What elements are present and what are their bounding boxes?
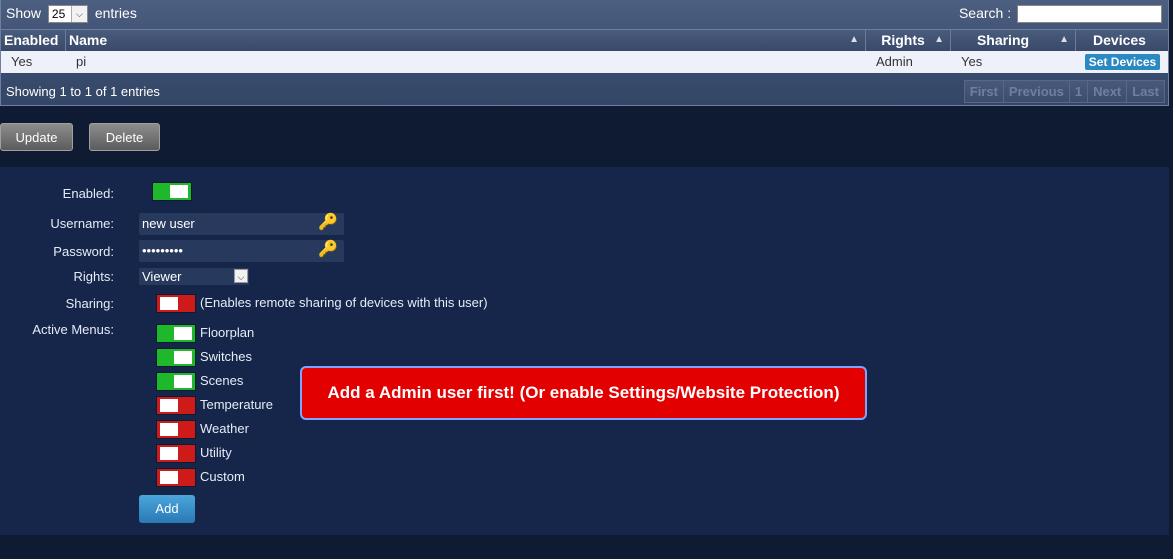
rights-select[interactable]: Viewer ⌵ xyxy=(139,268,249,285)
chevron-down-icon: ⌵ xyxy=(234,269,248,283)
sharing-toggle[interactable] xyxy=(156,294,196,313)
column-header-sharing[interactable]: Sharing ▲ xyxy=(950,30,1076,51)
menu-toggle-scenes[interactable] xyxy=(156,372,196,391)
page-size-value: 25 xyxy=(51,7,66,22)
column-header-devices[interactable]: Devices xyxy=(1075,30,1168,51)
password-label: Password: xyxy=(53,244,114,259)
rights-value: Viewer xyxy=(142,269,182,284)
table-header: Enabled Name ▲ Rights ▲ Sharing ▲ Device… xyxy=(1,29,1168,52)
page-size-select[interactable]: 25 ⌵ xyxy=(47,5,88,24)
admin-warning-alert: Add a Admin user first! (Or enable Setti… xyxy=(300,366,867,420)
enabled-toggle[interactable] xyxy=(152,182,192,201)
column-label: Name xyxy=(69,32,108,48)
menu-label-custom: Custom xyxy=(200,469,245,484)
sort-arrow-icon: ▲ xyxy=(849,34,859,45)
search-input[interactable] xyxy=(1017,5,1162,24)
password-field[interactable]: ••••••••• 🔑 xyxy=(139,240,344,262)
search-label: Search : xyxy=(958,5,1012,21)
menu-label-weather: Weather xyxy=(200,421,249,436)
menu-toggle-utility[interactable] xyxy=(156,444,196,463)
toggle-knob xyxy=(174,375,192,388)
chevron-down-icon: ⌵ xyxy=(70,6,87,23)
menu-label-scenes: Scenes xyxy=(200,373,244,388)
menu-toggle-temperature[interactable] xyxy=(156,396,196,415)
toggle-knob xyxy=(160,399,178,412)
menu-toggle-floorplan[interactable] xyxy=(156,324,196,343)
column-label: Rights xyxy=(881,32,925,48)
cell-rights: Admin xyxy=(876,54,913,69)
menu-toggle-switches[interactable] xyxy=(156,348,196,367)
table-row[interactable]: Yes pi Admin Yes Set Devices xyxy=(1,51,1168,73)
users-table-panel: Show 25 ⌵ entries Search : Enabled Name … xyxy=(0,0,1169,106)
password-value: ••••••••• xyxy=(142,243,183,258)
sharing-note: (Enables remote sharing of devices with … xyxy=(200,295,488,310)
entries-label: entries xyxy=(94,5,137,21)
rights-label: Rights: xyxy=(73,269,114,284)
username-value: new user xyxy=(142,216,195,231)
username-field[interactable]: new user 🔑 xyxy=(139,213,344,235)
key-icon: 🔑 xyxy=(318,241,338,258)
show-label: Show xyxy=(6,5,42,21)
cell-enabled: Yes xyxy=(11,54,33,69)
toggle-knob xyxy=(174,327,192,340)
column-header-enabled[interactable]: Enabled xyxy=(1,30,66,51)
set-devices-button[interactable]: Set Devices xyxy=(1085,54,1160,70)
table-info: Showing 1 to 1 of 1 entries xyxy=(6,84,160,99)
pager-previous[interactable]: Previous xyxy=(1002,80,1070,103)
pager-next[interactable]: Next xyxy=(1087,80,1128,103)
key-icon: 🔑 xyxy=(318,214,338,231)
pager-first[interactable]: First xyxy=(963,80,1004,103)
enabled-label: Enabled: xyxy=(62,186,114,201)
search-control: Search : xyxy=(958,5,1162,24)
column-label: Sharing xyxy=(976,32,1030,48)
update-button[interactable]: Update xyxy=(0,123,73,151)
username-label: Username: xyxy=(50,216,114,231)
user-form: Enabled: Username: new user 🔑 Password: … xyxy=(0,167,1169,535)
toggle-knob xyxy=(160,297,178,310)
menu-label-floorplan: Floorplan xyxy=(200,325,255,340)
cell-sharing: Yes xyxy=(961,54,983,69)
menu-toggle-weather[interactable] xyxy=(156,420,196,439)
page-size-control: Show 25 ⌵ entries xyxy=(6,5,137,24)
delete-button[interactable]: Delete xyxy=(89,123,160,151)
toggle-knob xyxy=(160,423,178,436)
active-menus-label: Active Menus: xyxy=(32,322,114,337)
add-button[interactable]: Add xyxy=(139,495,195,523)
sort-arrow-icon: ▲ xyxy=(1059,34,1069,45)
column-header-name[interactable]: Name ▲ xyxy=(65,30,866,51)
column-label: Enabled xyxy=(4,32,59,48)
toggle-knob xyxy=(174,351,192,364)
toggle-knob xyxy=(170,185,188,198)
cell-name: pi xyxy=(76,54,87,69)
menu-label-utility: Utility xyxy=(200,445,232,460)
pager-page-1[interactable]: 1 xyxy=(1068,80,1089,103)
menu-label-switches: Switches xyxy=(200,349,253,364)
pagination: First Previous 1 Next Last xyxy=(963,80,1165,103)
column-label: Devices xyxy=(1093,32,1146,48)
menu-toggle-custom[interactable] xyxy=(156,468,196,487)
sort-arrow-icon: ▲ xyxy=(934,34,944,45)
pager-last[interactable]: Last xyxy=(1126,80,1165,103)
sharing-label: Sharing: xyxy=(65,296,114,311)
toggle-knob xyxy=(160,471,178,484)
toggle-knob xyxy=(160,447,178,460)
menu-label-temperature: Temperature xyxy=(200,397,273,412)
column-header-rights[interactable]: Rights ▲ xyxy=(865,30,951,51)
